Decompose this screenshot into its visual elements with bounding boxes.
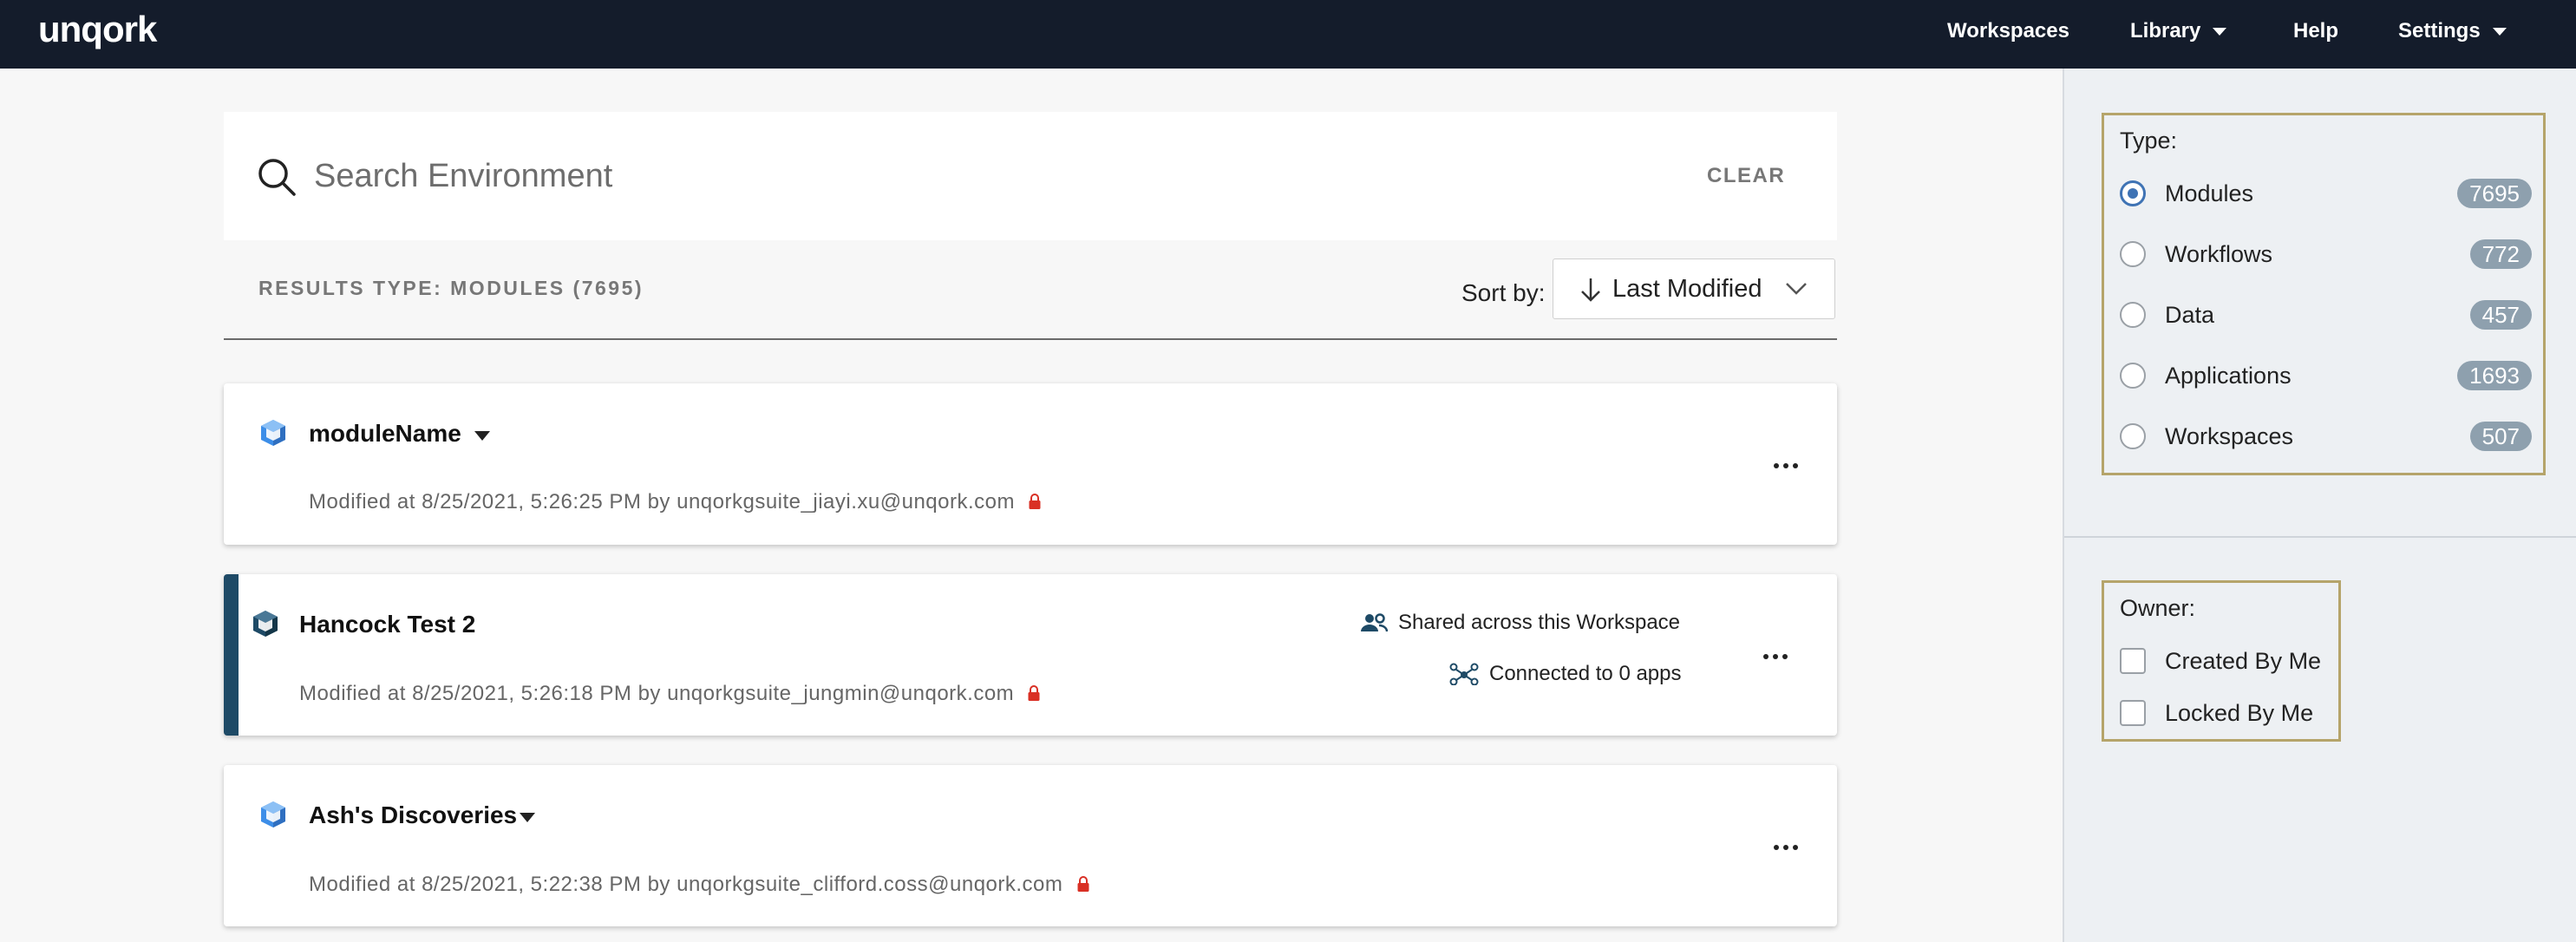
module-meta: Modified at 8/25/2021, 5:26:25 PM by unq… (309, 490, 1042, 514)
sort-value: Last Modified (1612, 275, 1762, 303)
type-option-label: Workflows (2165, 241, 2273, 267)
type-option-data[interactable]: Data 457 (2120, 298, 2532, 332)
checkbox[interactable] (2120, 700, 2146, 726)
module-card[interactable]: Ash's Discoveries Modified at 8/25/2021,… (224, 765, 1837, 926)
chevron-down-icon (1786, 283, 1807, 295)
lock-icon (1029, 494, 1041, 509)
search-input[interactable] (312, 147, 1703, 206)
owner-option-locked-by-me[interactable]: Locked By Me (2120, 697, 2337, 729)
nav-help-label: Help (2293, 19, 2339, 43)
type-option-label: Data (2165, 302, 2215, 328)
type-option-applications[interactable]: Applications 1693 (2120, 358, 2532, 393)
module-card[interactable]: Hancock Test 2 Modified at 8/25/2021, 5:… (224, 574, 1837, 736)
owner-option-label: Created By Me (2165, 648, 2322, 674)
module-meta: Modified at 8/25/2021, 5:22:38 PM by unq… (309, 873, 1090, 897)
sort-by-label: Sort by: (1461, 279, 1546, 306)
filter-divider (2064, 536, 2576, 538)
arrow-down-icon (1581, 278, 1600, 302)
clear-button[interactable]: CLEAR (1707, 164, 1785, 188)
nav-settings-label: Settings (2398, 19, 2481, 43)
type-option-workflows[interactable]: Workflows 772 (2120, 237, 2532, 271)
module-modified-text: Modified at 8/25/2021, 5:26:25 PM by unq… (309, 490, 1015, 514)
more-options-icon[interactable] (1763, 654, 1789, 661)
module-cube-icon (261, 420, 285, 446)
module-modified-text: Modified at 8/25/2021, 5:22:38 PM by unq… (309, 873, 1063, 896)
caret-down-icon (2213, 27, 2227, 36)
owner-option-label: Locked By Me (2165, 700, 2314, 726)
nav-help[interactable]: Help (2293, 17, 2338, 45)
search-icon (258, 159, 296, 196)
type-filter-label: Type: (2120, 128, 2178, 154)
people-icon (1361, 613, 1388, 632)
type-option-workspaces[interactable]: Workspaces 507 (2120, 419, 2532, 454)
caret-down-icon (2492, 27, 2507, 36)
type-option-label: Workspaces (2165, 423, 2294, 449)
nav-settings[interactable]: Settings (2398, 17, 2507, 45)
module-title[interactable]: Hancock Test 2 (299, 611, 475, 638)
lock-icon (1028, 685, 1040, 701)
module-meta: Modified at 8/25/2021, 5:26:18 PM by unq… (299, 682, 1041, 706)
results-divider (224, 338, 1837, 340)
nav-workspaces-label: Workspaces (1947, 19, 2069, 43)
module-modified-text: Modified at 8/25/2021, 5:26:18 PM by unq… (299, 682, 1015, 705)
sort-dropdown[interactable]: Last Modified (1553, 258, 1835, 319)
type-filter: Type: Modules 7695 Workflows 772 Data 45… (2102, 113, 2546, 475)
radio-button[interactable] (2120, 241, 2146, 267)
count-badge: 7695 (2457, 179, 2532, 208)
radio-button[interactable] (2120, 180, 2146, 206)
module-title[interactable]: moduleName (309, 420, 461, 448)
shared-text: Shared across this Workspace (1398, 611, 1681, 634)
connected-status: Connected to 0 apps (1449, 662, 1682, 686)
caret-down-icon[interactable] (474, 431, 490, 441)
module-cube-icon (253, 611, 278, 637)
module-title[interactable]: Ash's Discoveries (309, 801, 517, 829)
count-badge: 457 (2469, 300, 2532, 330)
checkbox[interactable] (2120, 648, 2146, 674)
type-option-label: Applications (2165, 363, 2292, 389)
lock-icon (1077, 876, 1089, 892)
unqork-logo[interactable]: unqork (38, 9, 157, 50)
type-option-label: Modules (2165, 180, 2254, 206)
owner-option-created-by-me[interactable]: Created By Me (2120, 645, 2337, 677)
search-bar: CLEAR (224, 112, 1837, 240)
caret-down-icon[interactable] (520, 813, 535, 822)
connected-text: Connected to 0 apps (1489, 662, 1682, 685)
results-type-label: RESULTS TYPE: MODULES (7695) (258, 277, 644, 299)
connections-icon (1449, 663, 1479, 685)
nav-library-label: Library (2130, 19, 2201, 43)
radio-button[interactable] (2120, 302, 2146, 328)
module-cube-icon (261, 801, 285, 828)
nav-library[interactable]: Library (2130, 17, 2227, 45)
top-navbar: unqork Workspaces Library Help Settings (0, 0, 2576, 69)
owner-filter: Owner: Created By Me Locked By Me (2102, 580, 2341, 742)
type-option-modules[interactable]: Modules 7695 (2120, 176, 2532, 211)
radio-button[interactable] (2120, 423, 2146, 449)
more-options-icon[interactable] (1774, 463, 1800, 470)
module-card[interactable]: moduleName Modified at 8/25/2021, 5:26:2… (224, 383, 1837, 545)
more-options-icon[interactable] (1774, 845, 1800, 852)
shared-status: Shared across this Workspace (1360, 611, 1680, 635)
radio-button[interactable] (2120, 363, 2146, 389)
count-badge: 772 (2469, 239, 2532, 269)
count-badge: 1693 (2457, 361, 2532, 390)
owner-filter-label: Owner: (2120, 595, 2196, 621)
nav-workspaces[interactable]: Workspaces (1947, 17, 2069, 45)
count-badge: 507 (2469, 422, 2532, 451)
